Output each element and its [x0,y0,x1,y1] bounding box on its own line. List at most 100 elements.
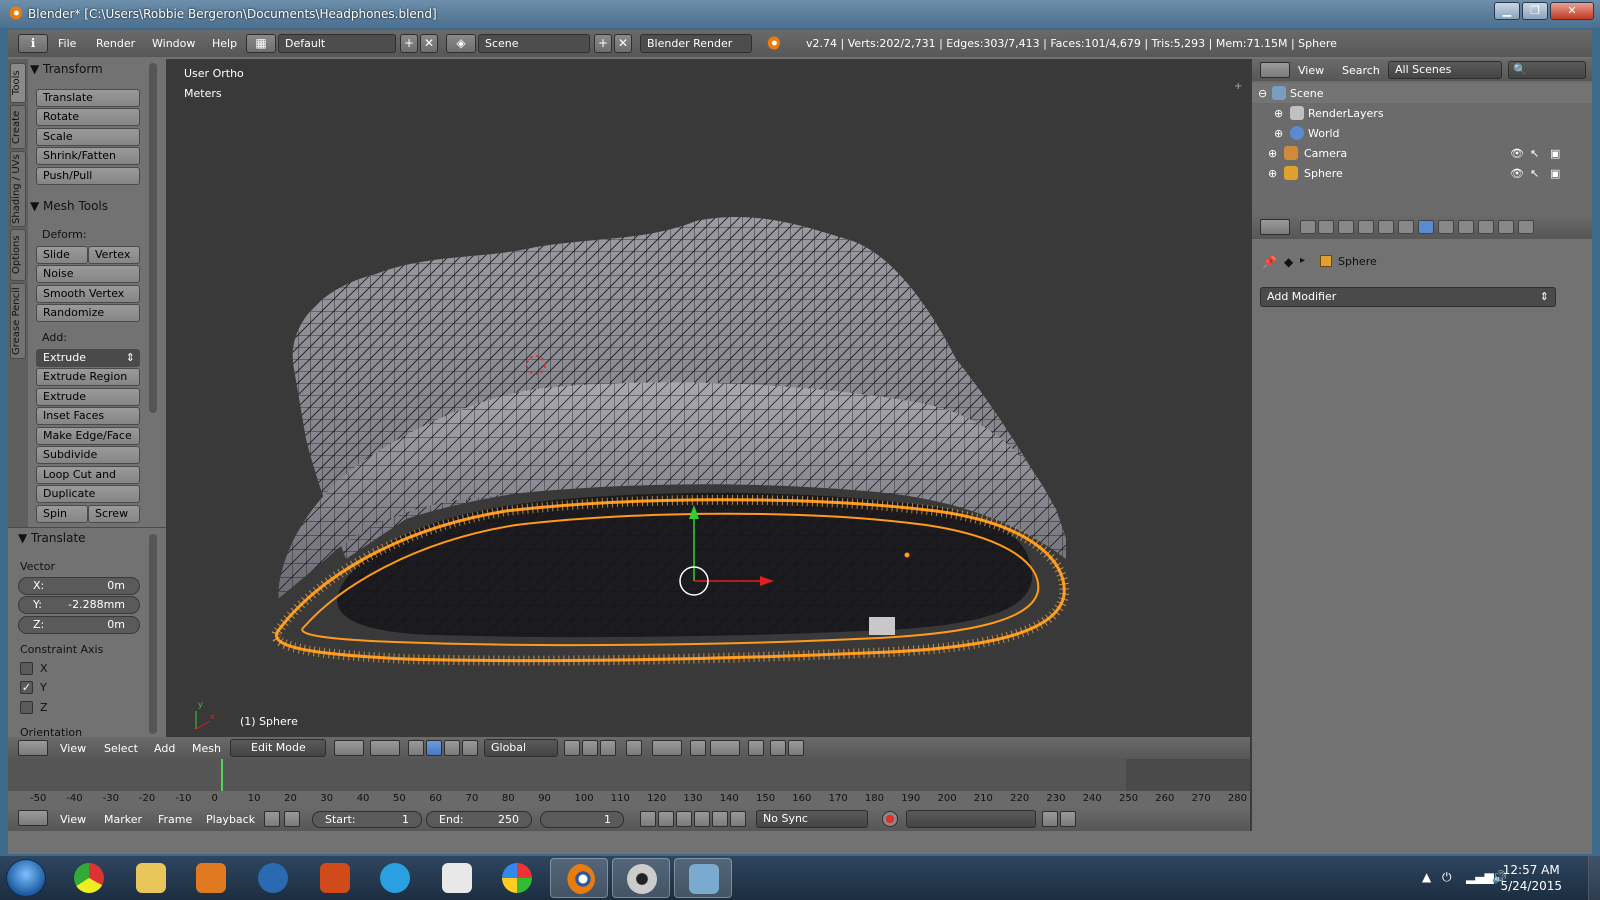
info-editor-type-icon[interactable]: ℹ [18,34,48,53]
particles-tab-icon[interactable] [1498,220,1514,234]
remove-scene-icon[interactable]: ✕ [614,34,632,53]
rotate-manipulator-icon[interactable] [444,740,460,756]
lock-icon[interactable] [284,811,300,827]
expand-icon[interactable]: ⊕ [1274,127,1283,140]
add-layout-icon[interactable]: + [400,34,418,53]
make-edge-face-button[interactable]: Make Edge/Face [36,427,140,445]
view3d-editor-type-icon[interactable] [18,740,48,756]
delete-keyframe-icon[interactable] [1060,811,1076,827]
outliner-row-world[interactable]: ⊕ World [1252,123,1592,143]
edge-select-icon[interactable] [582,740,598,756]
extrude-region-button[interactable]: Extrude Region [36,368,140,386]
screen-layout-icon[interactable]: ▦ [246,34,276,53]
scale-manipulator-icon[interactable] [462,740,478,756]
opengl-render-icon[interactable] [770,740,786,756]
outliner-filter-select[interactable]: All Scenes [1388,61,1502,79]
noise-button[interactable]: Noise [36,265,140,283]
jump-next-keyframe-icon[interactable] [712,811,728,827]
duplicate-button[interactable]: Duplicate [36,485,140,503]
vector-y-field[interactable]: Y: -2.288mm [18,596,140,614]
timeline-playback-menu[interactable]: Playback [206,813,255,826]
viewport-corner-plus-icon[interactable]: + [1234,81,1244,92]
pivot-point-icon[interactable] [370,740,400,756]
tab-tools[interactable]: Tools [10,63,26,103]
timeline-channels[interactable] [8,759,1250,791]
outliner-editor-type-icon[interactable] [1260,62,1290,78]
snap-toggle-icon[interactable] [690,740,706,756]
taskbar-media[interactable] [182,858,240,898]
current-frame-field[interactable]: 1 [540,811,624,828]
menu-window[interactable]: Window [152,37,195,50]
close-button[interactable]: ✕ [1550,2,1594,20]
add-modifier-select[interactable]: Add Modifier ⇕ [1260,287,1556,307]
mesh-menu[interactable]: Mesh [192,742,221,755]
render-tab-icon[interactable] [1300,220,1316,234]
taskbar-skype[interactable] [366,858,424,898]
visibility-eye-icon[interactable]: 👁 [1510,167,1524,180]
vertex-slide-button[interactable]: Vertex [88,246,140,264]
scale-button[interactable]: Scale [36,128,140,146]
object-tab-icon[interactable] [1378,220,1394,234]
extrude-menu[interactable]: Extrude ⇕ [36,349,140,367]
taskbar-notepad[interactable] [428,858,486,898]
constraint-y-checkbox[interactable]: ✓ [20,681,33,694]
keying-icon[interactable] [264,811,280,827]
vector-z-field[interactable]: Z: 0m [18,616,140,634]
taskbar-blender[interactable] [550,858,608,898]
selectable-cursor-icon[interactable]: ↖ [1530,167,1539,180]
outliner-view-menu[interactable]: View [1298,64,1324,77]
power-icon[interactable]: ⏻ [1442,870,1452,885]
outliner-row-camera[interactable]: ⊕ Camera 👁 ↖ ▣ [1252,143,1592,163]
system-clock[interactable]: 12:57 AM 5/24/2015 [1500,862,1562,894]
data-tab-icon[interactable] [1438,220,1454,234]
screen-layout-field[interactable]: Default [278,34,396,53]
modifiers-tab-icon[interactable] [1418,220,1434,234]
transform-orientation-select[interactable]: Global [484,739,558,757]
render-icon[interactable] [748,740,764,756]
3d-viewport[interactable]: y x User Ortho Meters (1) Sphere + [166,59,1250,737]
face-select-icon[interactable] [600,740,616,756]
remove-layout-icon[interactable]: ✕ [420,34,438,53]
constraint-x-checkbox[interactable] [20,662,33,675]
selectable-cursor-icon[interactable]: ↖ [1530,147,1539,160]
jump-prev-keyframe-icon[interactable] [658,811,674,827]
randomize-button[interactable]: Randomize [36,304,140,322]
expand-icon[interactable]: ⊕ [1268,167,1277,180]
jump-end-icon[interactable] [730,811,746,827]
minimize-button[interactable]: ▁ [1494,2,1520,20]
outliner-row-renderlayers[interactable]: ⊕ RenderLayers [1252,103,1592,123]
taskbar-office[interactable] [306,858,364,898]
taskbar-chrome[interactable] [60,858,118,898]
pin-icon[interactable]: 📌 [1262,255,1277,269]
outliner-search-menu[interactable]: Search [1342,64,1380,77]
slide-edge-button[interactable]: Slide Ed [36,246,88,277]
properties-editor-type-icon[interactable] [1260,219,1290,235]
end-frame-field[interactable]: End: 250 [426,811,532,828]
world-tab-icon[interactable] [1358,220,1374,234]
timeline-marker-menu[interactable]: Marker [104,813,142,826]
play-icon[interactable] [694,811,710,827]
outliner-row-scene[interactable]: ⊖ Scene [1252,83,1592,103]
inset-faces-button[interactable]: Inset Faces [36,407,140,425]
show-desktop-button[interactable] [1588,856,1600,900]
mesh-tools-panel-header[interactable]: ▼ Mesh Tools [30,199,108,213]
screw-button[interactable]: Screw [88,505,140,523]
taskbar-hp[interactable] [244,858,302,898]
scene-tab-icon[interactable] [1338,220,1354,234]
rotate-button[interactable]: Rotate [36,108,140,126]
menu-render[interactable]: Render [96,37,135,50]
record-icon[interactable] [882,811,898,827]
smooth-vertex-button[interactable]: Smooth Vertex [36,285,140,303]
keying-set-field[interactable] [906,810,1036,828]
tab-grease-pencil[interactable]: Grease Pencil [10,283,26,359]
timeline-view-menu[interactable]: View [60,813,86,826]
start-frame-field[interactable]: Start: 1 [312,811,422,828]
network-icon[interactable]: ▂▄▆ [1466,870,1494,884]
renderable-camera-icon[interactable]: ▣ [1550,147,1560,160]
scene-icon[interactable]: ◈ [446,34,476,53]
shrink-fatten-button[interactable]: Shrink/Fatten [36,147,140,165]
render-layers-tab-icon[interactable] [1318,220,1334,234]
add-menu[interactable]: Add [154,742,175,755]
tab-options[interactable]: Options [10,229,26,281]
start-button[interactable] [6,859,46,897]
